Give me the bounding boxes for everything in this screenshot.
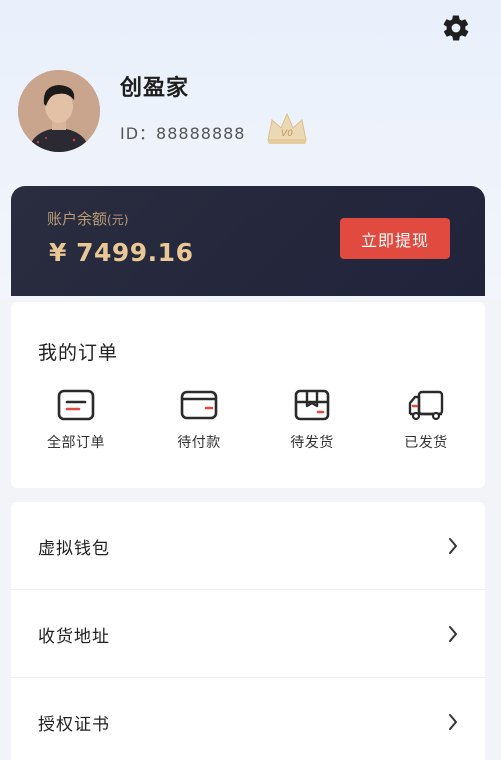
menu-item-label: 收货地址 <box>38 627 110 647</box>
order-to-ship-label: 待发货 <box>290 435 334 451</box>
balance-label-text: 账户余额 <box>47 210 108 228</box>
my-orders-card: 我的订单 全部订单 待付款 待发货 已发货 <box>11 302 485 488</box>
menu-item-authorization-certificate[interactable]: 授权证书 <box>11 678 485 760</box>
vip-level: V0 <box>281 129 293 139</box>
avatar-image <box>18 70 100 152</box>
balance-amount: ¥ 7499.16 <box>49 238 194 267</box>
wallet-icon <box>180 390 218 420</box>
settings-button[interactable] <box>440 12 472 44</box>
orders-title: 我的订单 <box>38 342 119 364</box>
order-to-ship-button[interactable]: 待发货 <box>267 388 357 464</box>
truck-icon <box>408 390 444 421</box>
vip-badge[interactable]: V0 <box>264 110 310 148</box>
chevron-right-icon <box>449 714 457 730</box>
order-shipped-button[interactable]: 已发货 <box>381 388 471 464</box>
balance-unit: (元) <box>107 213 129 227</box>
withdraw-button[interactable]: 立即提现 <box>340 218 450 259</box>
order-unpaid-label: 待付款 <box>177 435 221 451</box>
menu-list: 虚拟钱包 收货地址 授权证书 <box>11 502 485 760</box>
menu-item-shipping-address[interactable]: 收货地址 <box>11 590 485 678</box>
menu-item-virtual-wallet[interactable]: 虚拟钱包 <box>11 502 485 590</box>
order-all-button[interactable]: 全部订单 <box>31 388 121 464</box>
balance-card: 账户余额(元) ¥ 7499.16 立即提现 <box>11 186 485 296</box>
menu-item-label: 虚拟钱包 <box>38 539 110 559</box>
order-shipped-label: 已发货 <box>404 435 448 451</box>
order-list-icon <box>57 389 95 421</box>
package-icon <box>294 389 330 421</box>
username: 创盈家 <box>120 76 190 101</box>
user-id: ID：88888888 <box>120 124 246 143</box>
chevron-right-icon <box>449 538 457 554</box>
crown-icon: V0 <box>267 112 307 144</box>
order-unpaid-button[interactable]: 待付款 <box>154 388 244 464</box>
gear-icon <box>443 15 469 41</box>
menu-item-label: 授权证书 <box>38 715 110 735</box>
balance-label: 账户余额(元) <box>47 208 128 229</box>
chevron-right-icon <box>449 626 457 642</box>
order-all-label: 全部订单 <box>47 435 105 451</box>
avatar[interactable] <box>18 70 100 152</box>
